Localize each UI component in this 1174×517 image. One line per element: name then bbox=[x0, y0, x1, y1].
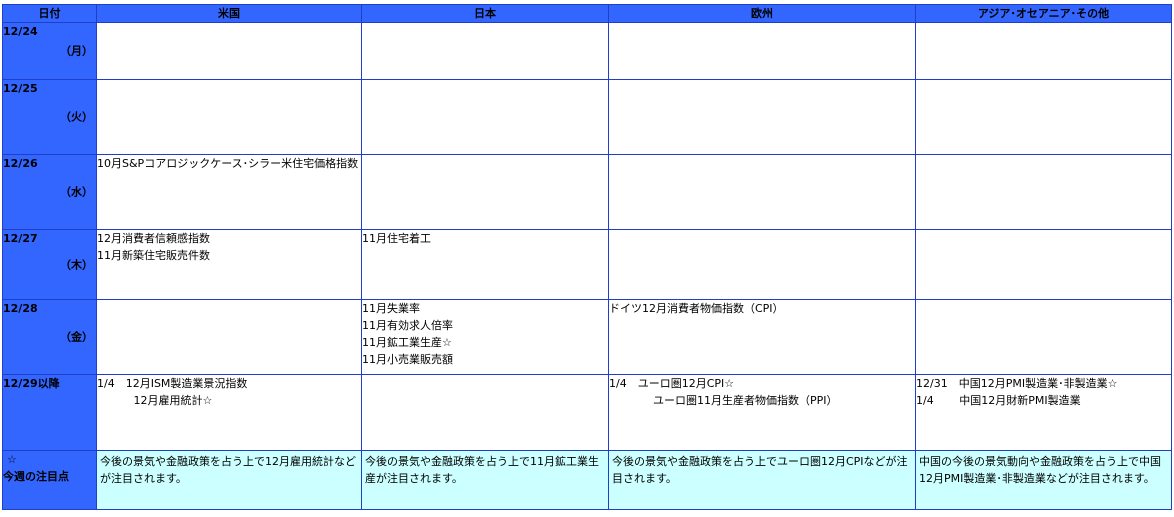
header-row: 日付 米国 日本 欧州 アジア･オセアニア･その他 bbox=[2, 4, 1172, 23]
day-row: 12/27 （木） 12月消費者信頼感指数 11月新築住宅販売件数 11月住宅着工 bbox=[2, 229, 1172, 300]
date-cell: 12/25 （火） bbox=[2, 79, 97, 155]
event-item: 11月小売業販売額 bbox=[362, 353, 453, 366]
event-item: 12/31 中国12月PMI製造業･非製造業☆ bbox=[916, 377, 1118, 390]
cell-us: 10月S&Pコアロジックケース･シラー米住宅価格指数 bbox=[96, 154, 362, 230]
event-item: 11月鉱工業生産☆ bbox=[362, 336, 452, 349]
cell-europe bbox=[608, 154, 916, 230]
focus-us: 今後の景気や金融政策を占う上で12月雇用統計などが注目されます。 bbox=[96, 450, 362, 510]
cell-asia bbox=[915, 22, 1172, 80]
focus-label-cell: ☆ 今週の注目点 bbox=[2, 450, 97, 510]
focus-japan: 今後の景気や金融政策を占う上で11月鉱工業生産が注目されます。 bbox=[361, 450, 609, 510]
cell-asia bbox=[915, 229, 1172, 300]
event-item: 1/4 ユーロ圏12月CPI☆ bbox=[609, 377, 735, 390]
cell-japan bbox=[361, 22, 609, 80]
cell-asia bbox=[915, 79, 1172, 155]
cell-us: 1/4 12月ISM製造業景況指数 12月雇用統計☆ bbox=[96, 374, 362, 451]
cell-us bbox=[96, 79, 362, 155]
cell-us bbox=[96, 22, 362, 80]
cell-us: 12月消費者信頼感指数 11月新築住宅販売件数 bbox=[96, 229, 362, 300]
cell-europe bbox=[608, 229, 916, 300]
cell-japan: 11月失業率 11月有効求人倍率 11月鉱工業生産☆ 11月小売業販売額 bbox=[361, 299, 609, 375]
event-item: 12月消費者信頼感指数 bbox=[97, 232, 210, 245]
weekday-label: （木） bbox=[60, 258, 93, 271]
event-item: 11月失業率 bbox=[362, 302, 420, 315]
cell-japan bbox=[361, 154, 609, 230]
star-icon: ☆ bbox=[7, 453, 17, 466]
event-item: 12月雇用統計☆ bbox=[97, 394, 213, 407]
date-cell: 12/28 （金） bbox=[2, 299, 97, 375]
cell-japan bbox=[361, 374, 609, 451]
date-label: 12/26 bbox=[3, 157, 38, 170]
weekday-label: （金） bbox=[60, 330, 93, 344]
focus-europe: 今後の景気や金融政策を占う上でユーロ圏12月CPIなどが注目されます。 bbox=[608, 450, 916, 510]
cell-asia: 12/31 中国12月PMI製造業･非製造業☆ 1/4 中国12月財新PMI製造業 bbox=[915, 374, 1172, 451]
cell-europe bbox=[608, 22, 916, 80]
header-asia: アジア･オセアニア･その他 bbox=[915, 4, 1172, 23]
date-label: 12/27 bbox=[3, 232, 38, 245]
date-label: 12/25 bbox=[3, 82, 38, 95]
date-cell: 12/24 （月） bbox=[2, 22, 97, 80]
day-row: 12/26 （水） 10月S&Pコアロジックケース･シラー米住宅価格指数 bbox=[2, 154, 1172, 230]
event-item: 1/4 中国12月財新PMI製造業 bbox=[916, 394, 1081, 407]
cell-asia bbox=[915, 299, 1172, 375]
day-row: 12/28 （金） 11月失業率 11月有効求人倍率 11月鉱工業生産☆ 11月小売業販売… bbox=[2, 299, 1172, 375]
day-row: 12/25 （火） bbox=[2, 79, 1172, 155]
date-label: 12/29以降 bbox=[3, 377, 60, 390]
day-row: 12/24 （月） bbox=[2, 22, 1172, 80]
event-item: ユーロ圏11月生産者物価指数（PPI） bbox=[609, 394, 838, 407]
cell-europe: 1/4 ユーロ圏12月CPI☆ ユーロ圏11月生産者物価指数（PPI） bbox=[608, 374, 916, 451]
cell-asia bbox=[915, 154, 1172, 230]
cell-japan: 11月住宅着工 bbox=[361, 229, 609, 300]
date-cell: 12/27 （木） bbox=[2, 229, 97, 300]
event-item: 11月有効求人倍率 bbox=[362, 319, 453, 332]
event-item: 11月新築住宅販売件数 bbox=[97, 249, 210, 262]
economic-calendar-table: 日付 米国 日本 欧州 アジア･オセアニア･その他 12/24 （月） 12/25 （… bbox=[2, 4, 1172, 510]
event-item: ドイツ12月消費者物価指数（CPI） bbox=[609, 302, 784, 315]
weekday-label: （火） bbox=[60, 110, 93, 124]
focus-row: ☆ 今週の注目点 今後の景気や金融政策を占う上で12月雇用統計などが注目されます… bbox=[2, 450, 1172, 510]
cell-us bbox=[96, 299, 362, 375]
day-row: 12/29以降 1/4 12月ISM製造業景況指数 12月雇用統計☆ 1/4 ユーロ… bbox=[2, 374, 1172, 451]
event-item: 1/4 12月ISM製造業景況指数 bbox=[97, 377, 248, 390]
event-item: 10月S&Pコアロジックケース･シラー米住宅価格指数 bbox=[97, 157, 359, 170]
weekday-label: （水） bbox=[60, 185, 93, 199]
header-us: 米国 bbox=[96, 4, 362, 23]
focus-asia: 中国の今後の景気動向や金融政策を占う上で中国12月PMI製造業･非製造業などが注… bbox=[915, 450, 1172, 510]
cell-europe: ドイツ12月消費者物価指数（CPI） bbox=[608, 299, 916, 375]
weekday-label: （月） bbox=[60, 44, 93, 58]
cell-japan bbox=[361, 79, 609, 155]
date-label: 12/24 bbox=[3, 25, 38, 38]
header-japan: 日本 bbox=[361, 4, 609, 23]
header-date: 日付 bbox=[2, 4, 97, 23]
event-item: 11月住宅着工 bbox=[362, 232, 431, 245]
focus-label: 今週の注目点 bbox=[3, 470, 69, 483]
date-label: 12/28 bbox=[3, 302, 38, 315]
header-europe: 欧州 bbox=[608, 4, 916, 23]
date-cell: 12/26 （水） bbox=[2, 154, 97, 230]
date-cell: 12/29以降 bbox=[2, 374, 97, 451]
cell-europe bbox=[608, 79, 916, 155]
